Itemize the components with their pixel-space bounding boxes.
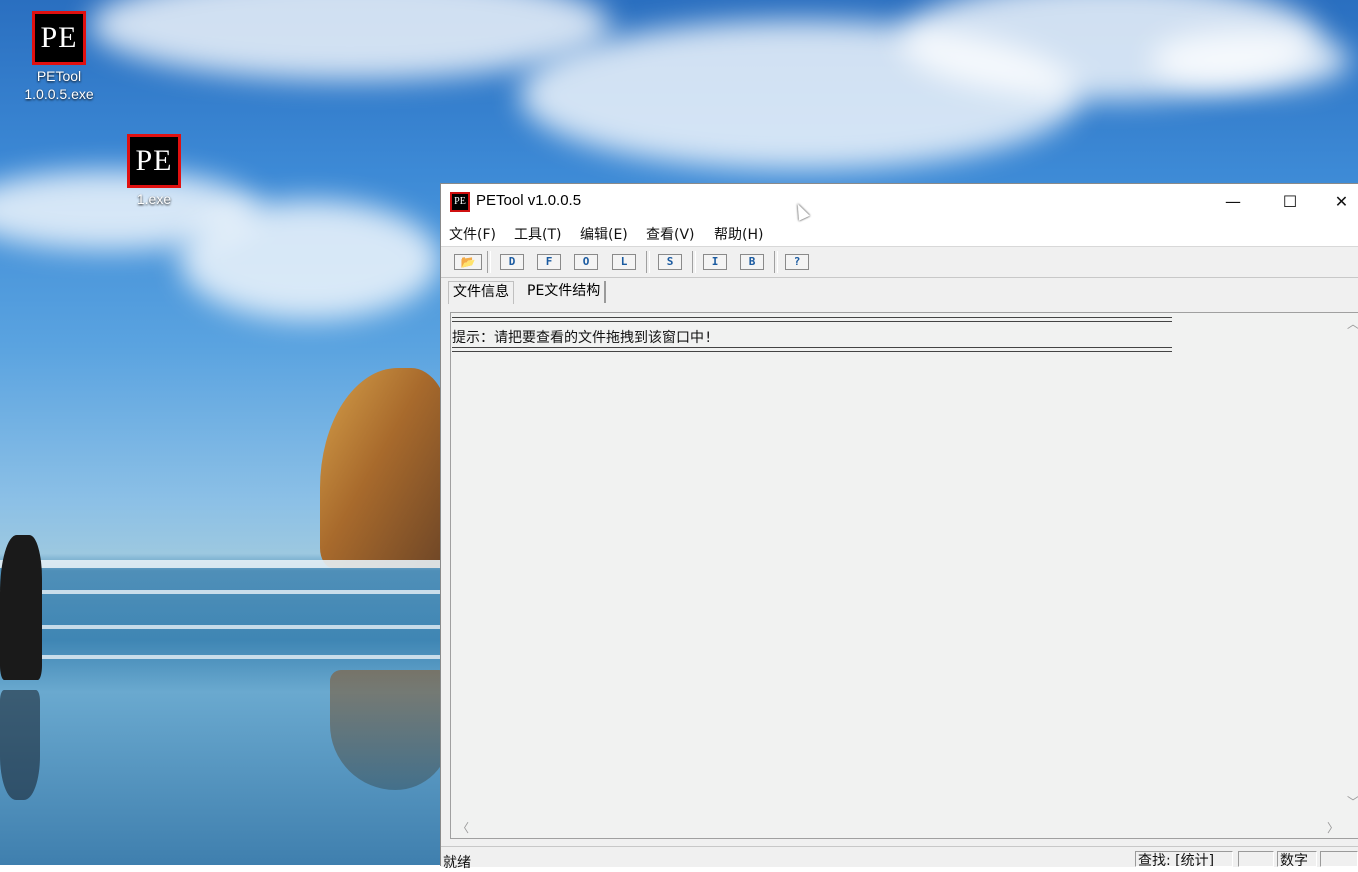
drag-hint-text: 提示：请把要查看的文件拖拽到该窗口中! [452,330,713,346]
toolbar-button-s[interactable]: S [658,254,682,270]
menu-tools[interactable]: 工具(T) [514,224,561,244]
tab-file-info[interactable]: 文件信息 [448,281,514,304]
app-icon: PE [450,192,470,212]
menu-bar: 文件(F) 工具(T) 编辑(E) 查看(V) 帮助(H) [441,220,1358,246]
petool-app-icon: PE [32,11,86,65]
scroll-right-icon[interactable]: 〉 [1327,819,1339,836]
menu-file[interactable]: 文件(F) [449,224,496,244]
vertical-scrollbar[interactable]: ︿ ﹀ [1345,313,1358,813]
toolbar-button-o[interactable]: O [574,254,598,270]
scroll-down-icon[interactable]: ﹀ [1347,793,1358,810]
sea-rock-reflection [330,670,450,790]
menu-help[interactable]: 帮助(H) [714,224,763,244]
toolbar-button-f[interactable]: F [537,254,561,270]
toolbar-separator [646,251,650,273]
menu-view[interactable]: 查看(V) [646,224,695,244]
close-button[interactable]: ✕ [1324,184,1358,220]
toolbar-button-d[interactable]: D [500,254,524,270]
window-title: PETool v1.0.0.5 [476,192,582,209]
desktop-icon-1exe[interactable]: PE 1.exe [112,134,196,208]
maximize-button[interactable]: ☐ [1267,184,1313,220]
scroll-left-icon[interactable]: 〈 [457,819,469,836]
desktop-icon-label: 1.exe [136,191,172,207]
toolbar-button-b[interactable]: B [740,254,764,270]
divider [452,347,1172,352]
open-folder-icon[interactable]: 📂 [454,254,482,270]
content-panel[interactable]: 提示：请把要查看的文件拖拽到该窗口中! ︿ ﹀ 〈 〉 [450,312,1358,839]
divider [452,317,1172,322]
toolbar-separator [774,251,778,273]
desktop-icon-label: PETool [36,68,82,84]
menu-edit[interactable]: 编辑(E) [580,224,628,244]
horizontal-scrollbar[interactable]: 〈 〉 [451,816,1345,838]
status-text: 就绪 [443,855,471,871]
status-bar: 就绪 查找: [统计] 数字 [441,846,1358,871]
shoreline [0,560,440,568]
toolbar-button-l[interactable]: L [612,254,636,270]
desktop-icon-petool[interactable]: PE PETool 1.0.0.5.exe [17,11,101,103]
runner-silhouette [0,535,42,680]
minimize-button[interactable]: — [1210,184,1256,220]
toolbar-separator [692,251,696,273]
runner-reflection [0,690,40,800]
toolbar-separator [487,251,491,273]
title-bar[interactable]: PE PETool v1.0.0.5 — ☐ ✕ [441,184,1358,220]
help-icon[interactable]: ? [785,254,809,270]
toolbar: 📂 D F O L S I B ? [441,246,1358,278]
exe-app-icon: PE [127,134,181,188]
scroll-up-icon[interactable]: ︿ [1347,315,1358,332]
desktop-icon-label: 1.0.0.5.exe [24,86,94,102]
petool-window: PE PETool v1.0.0.5 — ☐ ✕ 文件(F) 工具(T) 编辑(… [440,183,1358,871]
tab-strip: 文件信息 PE文件结构 [441,277,1358,305]
sea-rock [320,368,450,568]
tab-pe-structure[interactable]: PE文件结构 [523,281,607,303]
toolbar-button-i[interactable]: I [703,254,727,270]
